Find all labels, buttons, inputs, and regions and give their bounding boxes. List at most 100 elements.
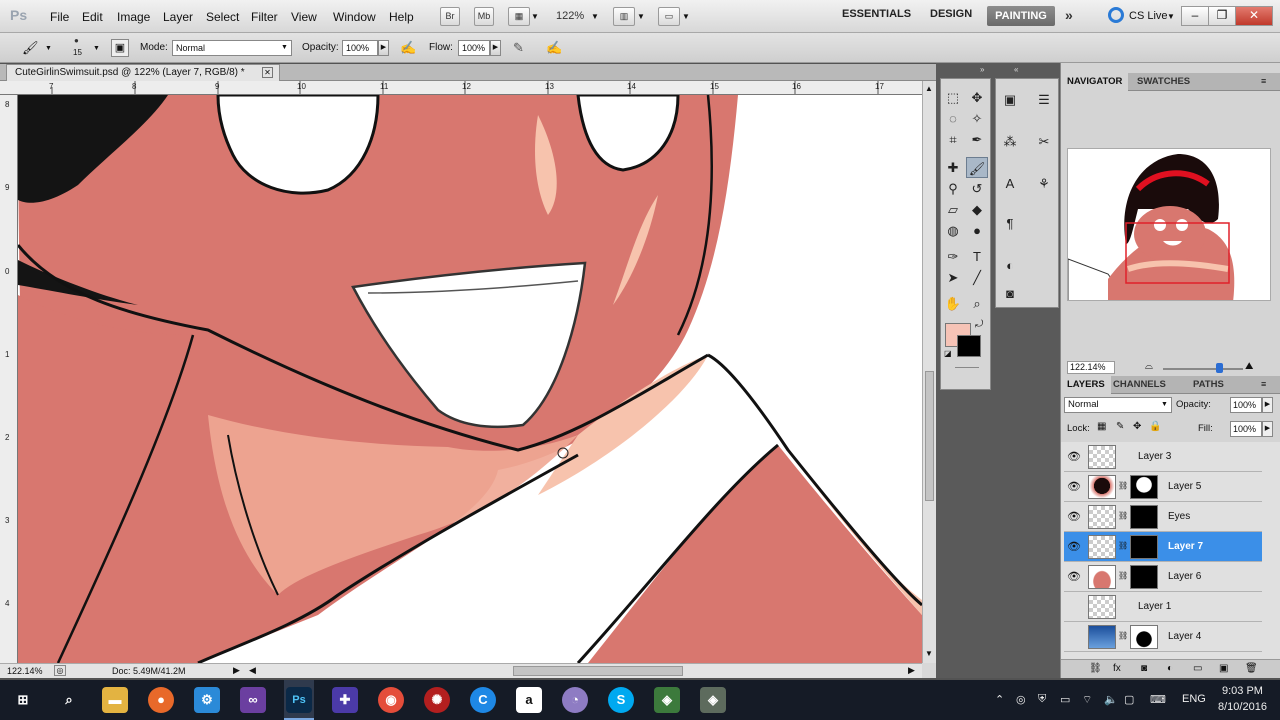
language-indicator[interactable]: ENG (1182, 693, 1206, 705)
navigator-zoom-slider[interactable] (1163, 368, 1243, 370)
paint-bucket-tool-icon[interactable]: ◆ (966, 199, 988, 220)
brush-presets-panel-icon[interactable]: ⁂ (999, 131, 1021, 152)
menu-help[interactable]: Help (389, 10, 414, 24)
hand-tool-icon[interactable]: ✋ (942, 293, 964, 314)
chevron-down-icon[interactable]: ▼ (45, 45, 52, 52)
panel-menu-icon[interactable]: ≡ (1261, 379, 1266, 389)
scroll-down-icon[interactable]: ▼ (925, 649, 933, 658)
scroll-left-icon[interactable]: ◀ (249, 665, 256, 676)
navigator-zoom-field[interactable]: 122.14% (1067, 361, 1115, 374)
tray-shield-icon[interactable]: ⛨ (1038, 693, 1046, 706)
opacity-arrow-icon[interactable]: ▶ (378, 40, 389, 56)
menu-file[interactable]: File (50, 10, 69, 24)
arrange-documents-icon[interactable]: ▥ (613, 7, 635, 26)
blur-tool-icon[interactable]: ◍ (942, 220, 964, 241)
zoom-out-icon[interactable]: ⌓ (1145, 361, 1153, 372)
new-group-icon[interactable]: ▭ (1193, 663, 1202, 674)
opacity-field[interactable]: 100% (342, 40, 378, 56)
visibility-eye-icon[interactable]: 👁 (1066, 480, 1082, 494)
layer-row[interactable]: Layer 1 (1064, 592, 1262, 622)
clone-source-panel-icon[interactable]: ⚘ (1033, 173, 1055, 194)
navigator-preview[interactable] (1067, 148, 1271, 301)
menu-edit[interactable]: Edit (82, 10, 103, 24)
character-panel-icon[interactable]: A (999, 173, 1021, 194)
layer-row[interactable]: 👁 ⛓ Layer 5 (1064, 472, 1262, 502)
chevron-down-icon[interactable]: ▼ (591, 12, 599, 21)
bridge-button[interactable]: Br (440, 7, 460, 26)
status-zoom[interactable]: 122.14% (7, 666, 43, 676)
chrome-icon[interactable]: ◉ (378, 687, 404, 713)
visibility-eye-icon[interactable]: 👁 (1066, 570, 1082, 584)
zoom-level-menu[interactable]: 122% (556, 10, 584, 22)
wifi-icon[interactable]: ⌔ (1082, 693, 1092, 707)
layer-mask-thumbnail[interactable] (1130, 475, 1158, 499)
app-purple-icon[interactable]: ✚ (332, 687, 358, 713)
opacity-arrow-icon[interactable]: ▶ (1262, 397, 1273, 413)
brush-tool-icon[interactable]: 🖌 (966, 157, 988, 178)
adjustments-panel-icon[interactable]: ◐ (999, 255, 1021, 276)
screen-mode-icon[interactable]: ▭ (658, 7, 680, 26)
keyboard-icon[interactable]: ⌨ (1150, 693, 1166, 706)
amazon-icon[interactable]: a (516, 687, 542, 713)
minibridge-button[interactable]: Mb (474, 7, 494, 26)
vertical-scrollbar[interactable]: ▲ ▼ (922, 81, 936, 663)
menu-select[interactable]: Select (206, 10, 239, 24)
layer-row[interactable]: 👁 ⛓ Layer 7 (1064, 532, 1262, 562)
paragraph-panel-icon[interactable]: ¶ (999, 213, 1021, 234)
adjustment-layer-icon[interactable]: ◐ (1167, 663, 1173, 674)
minimize-icon[interactable]: – (1181, 6, 1209, 26)
volume-icon[interactable]: 🔈 (1104, 693, 1118, 706)
chevron-down-icon[interactable]: ▼ (682, 12, 690, 21)
swap-colors-icon[interactable]: ⤾ (975, 319, 983, 330)
app-gray-icon[interactable]: ◈ (700, 687, 726, 713)
chevron-down-icon[interactable]: ▼ (1161, 401, 1168, 408)
firefox-icon[interactable]: ● (148, 687, 174, 713)
visual-studio-icon[interactable]: ∞ (240, 687, 266, 713)
default-colors-icon[interactable]: ◪ (944, 349, 952, 358)
layer-row[interactable]: 👁 ⛓ Eyes (1064, 502, 1262, 532)
cs-live-button[interactable]: CS Live (1129, 10, 1168, 22)
visibility-eye-icon[interactable]: 👁 (1066, 540, 1082, 554)
link-layers-icon[interactable]: ⛓ (1089, 663, 1102, 674)
action-center-icon[interactable]: ▢ (1124, 693, 1134, 706)
chevron-down-icon[interactable]: ▼ (281, 44, 288, 51)
crop-tool-icon[interactable]: ⌗ (942, 129, 964, 150)
line-tool-icon[interactable]: ╱ (966, 267, 988, 288)
menu-layer[interactable]: Layer (163, 10, 193, 24)
pen-tool-icon[interactable]: ✑ (942, 246, 964, 267)
tablet-pressure-opacity-icon[interactable]: ✍ (400, 40, 416, 56)
collapse-icon[interactable]: » (980, 65, 984, 74)
double-chevron-icon[interactable]: » (1065, 7, 1073, 23)
app-red-icon[interactable]: ✺ (424, 687, 450, 713)
tablet-pressure-size-icon[interactable]: ✍ (546, 40, 562, 56)
layer-row[interactable]: ⛓ Layer 4 (1064, 622, 1262, 652)
collapse-icon[interactable]: « (1014, 65, 1018, 74)
layer-mask-thumbnail[interactable] (1130, 505, 1158, 529)
mask-link-icon[interactable]: ⛓ (1118, 481, 1128, 490)
history-panel-icon[interactable]: ☰ (1033, 89, 1055, 110)
skype-icon[interactable]: S (608, 687, 634, 713)
lock-position-icon[interactable]: ✥ (1133, 421, 1141, 432)
tray-battery-icon[interactable]: ▭ (1060, 693, 1070, 706)
visibility-eye-icon[interactable] (1066, 600, 1082, 614)
add-mask-icon[interactable]: ◙ (1141, 663, 1147, 674)
windows-start-icon[interactable]: ⊞ (10, 687, 36, 713)
brush-tool-icon[interactable]: 🖌 (22, 40, 39, 56)
view-extras-icon[interactable]: ▦ (508, 7, 530, 26)
layer-mask-thumbnail[interactable] (1130, 535, 1158, 559)
chevron-down-icon[interactable]: ▼ (637, 12, 645, 21)
workspace-painting[interactable]: PAINTING (987, 6, 1055, 26)
tool-presets-panel-icon[interactable]: ✂ (1033, 131, 1055, 152)
close-icon[interactable]: ✕ (262, 67, 273, 78)
brush-preset-dot-icon[interactable]: ● (74, 36, 79, 45)
menu-window[interactable]: Window (333, 10, 376, 24)
menu-image[interactable]: Image (117, 10, 150, 24)
document-tab[interactable]: CuteGirlinSwimsuit.psd @ 122% (Layer 7, … (6, 64, 280, 81)
layer-opacity-field[interactable]: 100% (1230, 397, 1262, 413)
move-tool-icon[interactable]: ✥ (966, 87, 988, 108)
zoom-slider-handle[interactable] (1216, 363, 1223, 373)
quick-select-tool-icon[interactable]: ✧ (966, 108, 988, 129)
chevron-down-icon[interactable]: ▼ (93, 45, 100, 52)
status-menu-arrow-icon[interactable]: ▶ (233, 665, 240, 676)
file-explorer-icon[interactable]: ▬ (102, 687, 128, 713)
